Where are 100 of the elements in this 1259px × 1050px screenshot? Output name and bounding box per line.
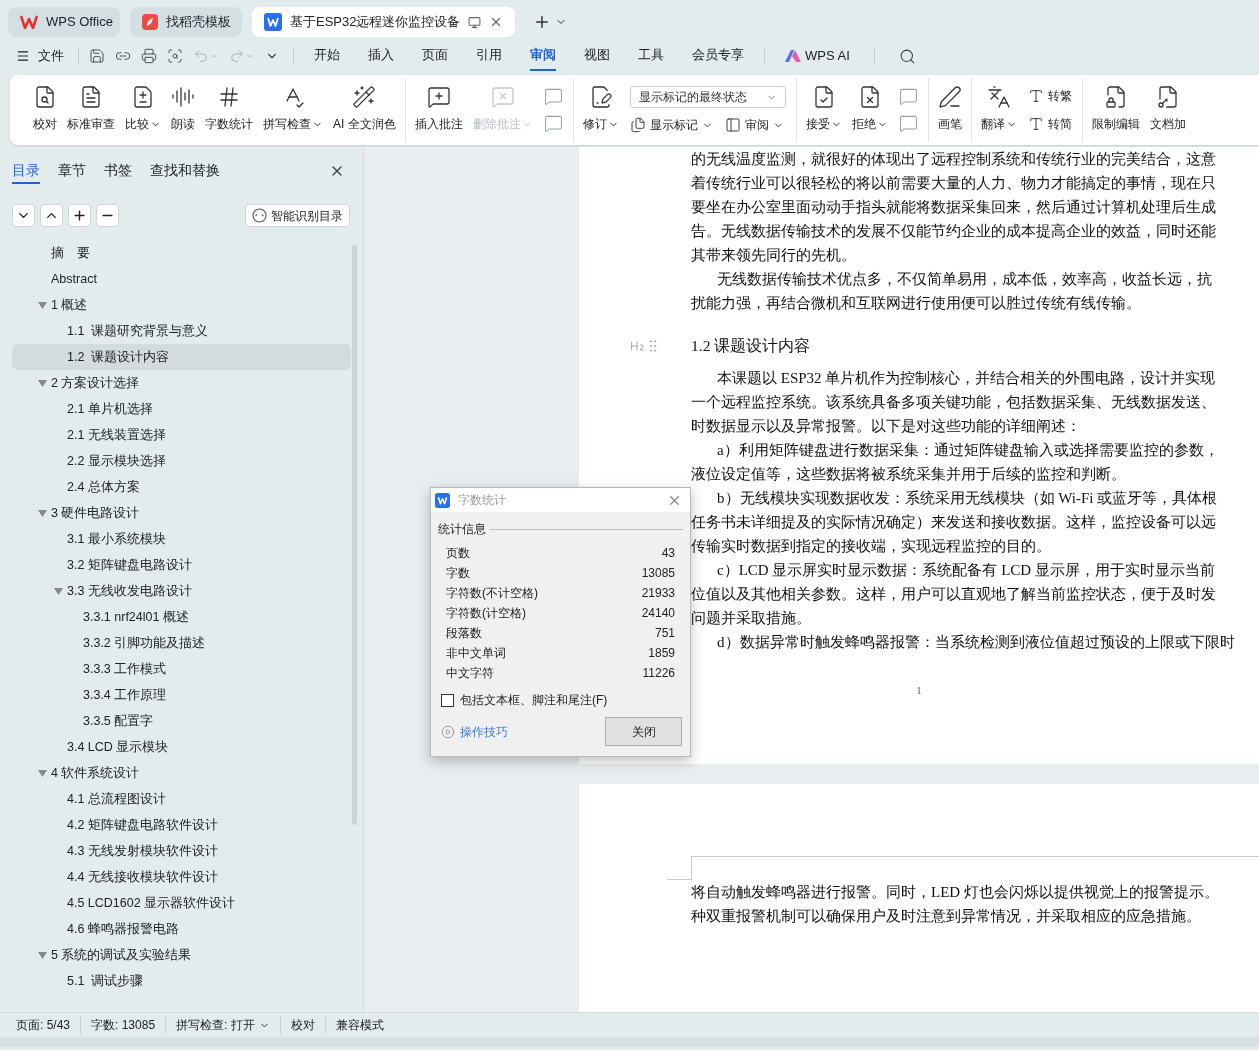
expand-triangle-icon[interactable] [38, 509, 47, 517]
outline-item[interactable]: 4.1 总流程图设计 [12, 786, 351, 812]
tab-title: 找稻壳模板 [166, 13, 231, 32]
outline-item[interactable]: 2 方案设计选择 [12, 370, 351, 396]
outline-item[interactable]: 2.1 单片机选择 [12, 396, 351, 422]
ribbon-button[interactable]: 比较 [122, 78, 164, 133]
outline-item[interactable]: 4.3 无线发射模块软件设计 [12, 838, 351, 864]
pane-tab[interactable]: 章节 [58, 158, 86, 184]
next-comment-icon[interactable] [898, 114, 918, 133]
pane-tab[interactable]: 书签 [104, 158, 132, 184]
ribbon-button[interactable]: 限制编辑 [1088, 78, 1143, 133]
ribbon-tab[interactable]: 视图 [584, 41, 610, 71]
ribbon-button[interactable]: 拒绝 [848, 78, 891, 133]
outline-item[interactable]: 1 概述 [12, 292, 351, 318]
expand-triangle-icon[interactable] [54, 587, 63, 595]
status-item[interactable]: 校对 [280, 1016, 326, 1034]
outline-item[interactable]: Abstract [12, 266, 351, 292]
status-item[interactable]: 拼写检查: 打开 [166, 1016, 281, 1034]
document-text-line: 要坐在办公室里面动动手指头就能将数据采集回来，然后通过计算机处理后生成 [691, 198, 1216, 217]
smart-toc-button[interactable]: 智能识别目录 [245, 204, 350, 227]
ribbon-tab[interactable]: 页面 [422, 41, 448, 71]
outline-item[interactable]: 2.2 显示模块选择 [12, 448, 351, 474]
outline-item[interactable]: 1.2 课题设计内容 [12, 344, 351, 370]
ribbon-button[interactable]: 拼写检查 [260, 78, 326, 133]
ribbon-tab[interactable]: 插入 [368, 41, 394, 71]
expand-triangle-icon[interactable] [38, 379, 47, 387]
status-item[interactable]: 字数: 13085 [81, 1016, 167, 1034]
outline-item[interactable]: 3.3.1 nrf24l01 概述 [12, 604, 351, 630]
outline-item[interactable]: 4.5 LCD1602 显示器软件设计 [12, 890, 351, 916]
ribbon-tab[interactable]: 会员专享 [692, 41, 744, 71]
caret-icon[interactable] [245, 51, 255, 61]
pane-tab[interactable]: 查找和替换 [150, 158, 220, 184]
document-text-line: 问题并采取措施。 [691, 609, 811, 628]
outline-item[interactable]: 3 硬件电路设计 [12, 500, 351, 526]
ribbon-button[interactable]: 画笔 [934, 78, 965, 133]
undo-icon[interactable] [193, 48, 209, 64]
expand-triangle-icon[interactable] [38, 301, 47, 309]
ribbon-button[interactable]: 字数统计 [202, 78, 256, 133]
ribbon-tab[interactable]: 审阅 [530, 41, 556, 71]
outline-item[interactable]: 3.3.2 引脚功能及描述 [12, 630, 351, 656]
outline-item[interactable]: 4.4 无线接收模块软件设计 [12, 864, 351, 890]
outline-item[interactable]: 1.1 课题研究背景与意义 [12, 318, 351, 344]
caret-icon[interactable] [209, 51, 219, 61]
outline-item[interactable]: 4 软件系统设计 [12, 760, 351, 786]
print-preview-icon[interactable] [167, 48, 183, 64]
close-button[interactable]: 关闭 [605, 717, 682, 746]
next-comment-icon[interactable] [543, 114, 563, 133]
status-item[interactable]: 页面: 5/43 [6, 1016, 82, 1034]
outline-item[interactable]: 3.3.3 工作模式 [12, 656, 351, 682]
outline-item[interactable]: 3.3 无线收发电路设计 [12, 578, 351, 604]
outline-item[interactable]: 5.1 调试步骤 [12, 968, 351, 994]
outline-tool-button[interactable] [68, 204, 91, 227]
outline-item[interactable]: 3.4 LCD 显示模块 [12, 734, 351, 760]
outline-item[interactable]: 5 系统的调试及实验结果 [12, 942, 351, 968]
ribbon-button[interactable]: 校对 [30, 78, 60, 133]
status-item[interactable]: 兼容模式 [325, 1016, 394, 1034]
document-text-line: 告。无线数据传输技术的发展不仅能节约企业的成本提高企业的效益，同时还能 [691, 222, 1216, 241]
title-tab[interactable]: 基于ESP32远程迷你监控设备 [252, 7, 516, 37]
outline-item[interactable]: 摘 要 [12, 240, 351, 266]
outline-item[interactable]: 3.2 矩阵键盘电路设计 [12, 552, 351, 578]
save-icon[interactable] [89, 48, 105, 64]
ribbon-tab[interactable]: 开始 [314, 41, 340, 71]
stat-value: 1859 [648, 645, 675, 662]
outline-item[interactable]: 3.3.5 配置字 [12, 708, 351, 734]
ribbon-button[interactable]: 接受 [802, 78, 845, 133]
file-menu[interactable]: 文件 [16, 46, 64, 66]
outline-item[interactable]: 2.4 总体方案 [12, 474, 351, 500]
title-tab[interactable]: WPS Office [8, 7, 120, 37]
outline-item[interactable]: 4.6 蜂鸣器报警电路 [12, 916, 351, 942]
previous-comment-icon[interactable] [543, 87, 563, 106]
ribbon-button[interactable]: AI 全文润色 [330, 78, 399, 133]
tips-link[interactable]: 操作技巧 [441, 722, 508, 741]
ribbon-small-button[interactable]: 转繁 [1027, 87, 1072, 105]
ribbon-small-button[interactable]: 显示标记 [629, 116, 713, 134]
ribbon-button[interactable]: 标准审查 [64, 78, 118, 133]
ribbon-button[interactable]: 翻译 [977, 78, 1020, 133]
ribbon-button[interactable]: 修订 [579, 78, 622, 133]
search-icon[interactable] [898, 47, 916, 65]
ribbon-tab[interactable]: 引用 [476, 41, 502, 71]
ribbon-tab[interactable]: 工具 [638, 41, 664, 71]
print-icon[interactable] [141, 48, 157, 64]
redo-icon[interactable] [229, 48, 245, 64]
ribbon-small-button[interactable]: 审阅 [724, 116, 784, 134]
ribbon-small-button[interactable]: 转简 [1027, 115, 1072, 133]
include-checkbox[interactable]: 包括文本框、脚注和尾注(F) [441, 691, 608, 709]
outline-item[interactable]: 2.1 无线装置选择 [12, 422, 351, 448]
expand-triangle-icon[interactable] [38, 951, 47, 959]
ribbon-button[interactable]: 插入批注 [411, 78, 466, 133]
outline-item[interactable]: 3.3.4 工作原理 [12, 682, 351, 708]
expand-triangle-icon[interactable] [38, 769, 47, 777]
outline-item[interactable]: 3.1 最小系统模块 [12, 526, 351, 552]
ribbon-button[interactable]: 朗读 [168, 78, 198, 133]
ribbon-icon [426, 85, 451, 109]
markup-select[interactable]: 显示标记的最终状态 [629, 86, 786, 108]
outline-item[interactable]: 4.2 矩阵键盘电路软件设计 [12, 812, 351, 838]
title-tab[interactable]: 找稻壳模板 [130, 7, 242, 37]
ai-button[interactable]: WPS AI [785, 46, 850, 66]
ribbon-button[interactable]: 文档加 [1146, 78, 1189, 133]
pane-tab[interactable]: 目录 [12, 158, 40, 184]
previous-comment-icon[interactable] [898, 87, 918, 106]
